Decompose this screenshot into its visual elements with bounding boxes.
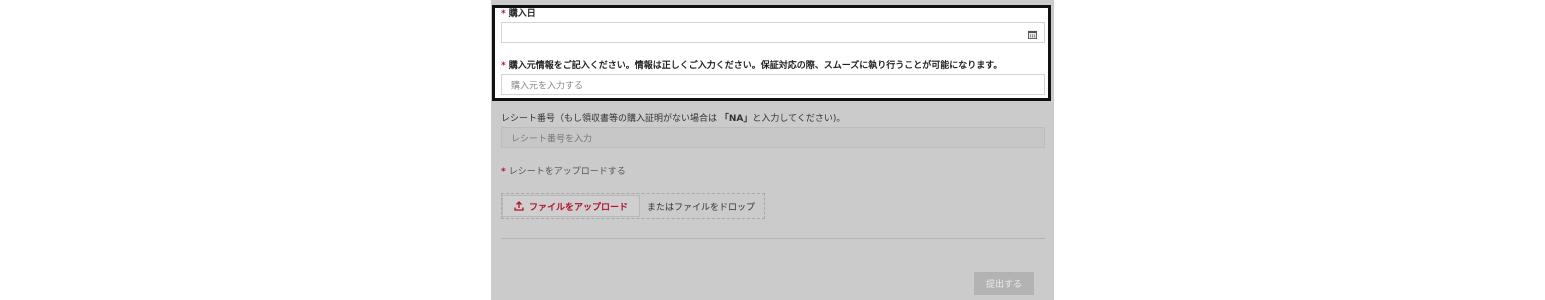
purchase-source-input[interactable]: 購入元を入力する [501, 74, 1045, 95]
calendar-icon[interactable] [1028, 30, 1037, 39]
required-mark: * [501, 61, 506, 71]
upload-file-button-label: ファイルをアップロード [528, 202, 628, 213]
receipt-upload-label-text: レシートをアップロードする [508, 167, 626, 177]
receipt-number-label: レシート番号（もし領収書等の購入証明がない場合は 「NA」と入力してください)。 [501, 113, 845, 125]
purchase-source-placeholder: 購入元を入力する [511, 81, 584, 91]
drop-file-text: またはファイルをドロップ [647, 203, 756, 213]
submit-button[interactable]: 提出する [974, 272, 1034, 295]
receipt-number-label-suffix: と入力してください)。 [752, 114, 846, 124]
receipt-number-placeholder: レシート番号を入力 [511, 134, 593, 144]
purchase-source-label-text: 購入元情報をご記入ください。情報は正しくご入力ください。保証対応の際、スムーズに… [508, 61, 1003, 71]
upload-icon [514, 201, 524, 211]
purchase-source-label: * 購入元情報をご記入ください。情報は正しくご入力ください。保証対応の際、スムーズ… [501, 60, 1002, 72]
purchase-date-label-text: 購入日 [508, 9, 536, 19]
receipt-upload-label: * レシートをアップロードする [501, 166, 626, 178]
required-mark: * [501, 9, 506, 19]
receipt-number-label-emphasis: 「NA」 [719, 114, 753, 124]
upload-file-button[interactable]: ファイルをアップロード [502, 195, 640, 217]
form-divider [501, 238, 1045, 239]
required-mark: * [501, 167, 506, 177]
purchase-date-label: * 購入日 [501, 8, 536, 20]
purchase-date-input[interactable] [501, 22, 1045, 43]
receipt-number-input[interactable]: レシート番号を入力 [501, 127, 1045, 148]
receipt-number-label-prefix: レシート番号（もし領収書等の購入証明がない場合は [501, 114, 720, 124]
